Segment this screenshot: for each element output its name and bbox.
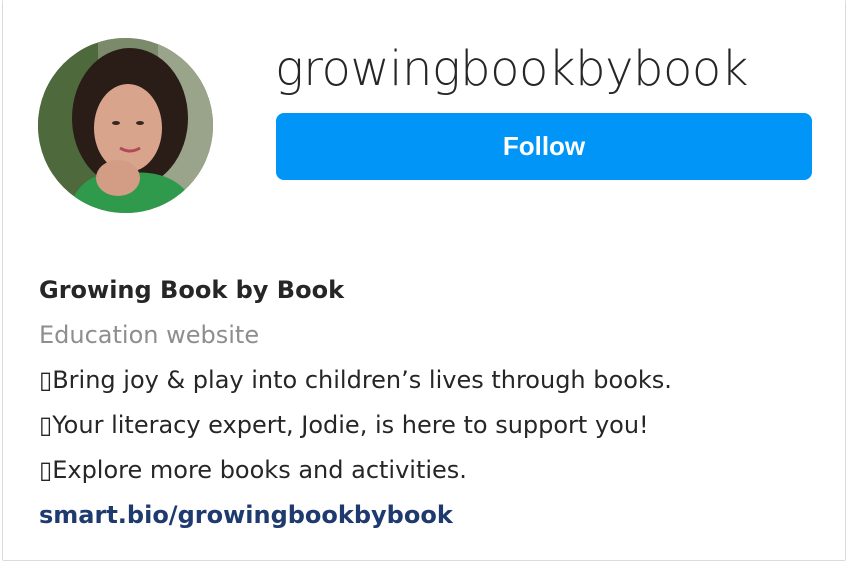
- avatar-photo: [38, 38, 213, 213]
- profile-header-card: growingbookbybook Follow Growing Book by…: [2, 0, 846, 561]
- profile-category: Education website: [39, 321, 260, 349]
- profile-username: growingbookbybook: [275, 41, 749, 97]
- bio-line: ▯Bring joy & play into children’s lives …: [39, 366, 672, 394]
- profile-full-name: Growing Book by Book: [39, 276, 345, 304]
- follow-button[interactable]: Follow: [276, 113, 812, 180]
- profile-avatar[interactable]: [38, 38, 213, 213]
- profile-link[interactable]: smart.bio/growingbookbybook: [39, 501, 453, 529]
- bio-line: ▯Explore more books and activities.: [39, 456, 467, 484]
- bio-line: ▯Your literacy expert, Jodie, is here to…: [39, 411, 649, 439]
- profile-bio: Growing Book by Book Education website ▯…: [39, 268, 829, 538]
